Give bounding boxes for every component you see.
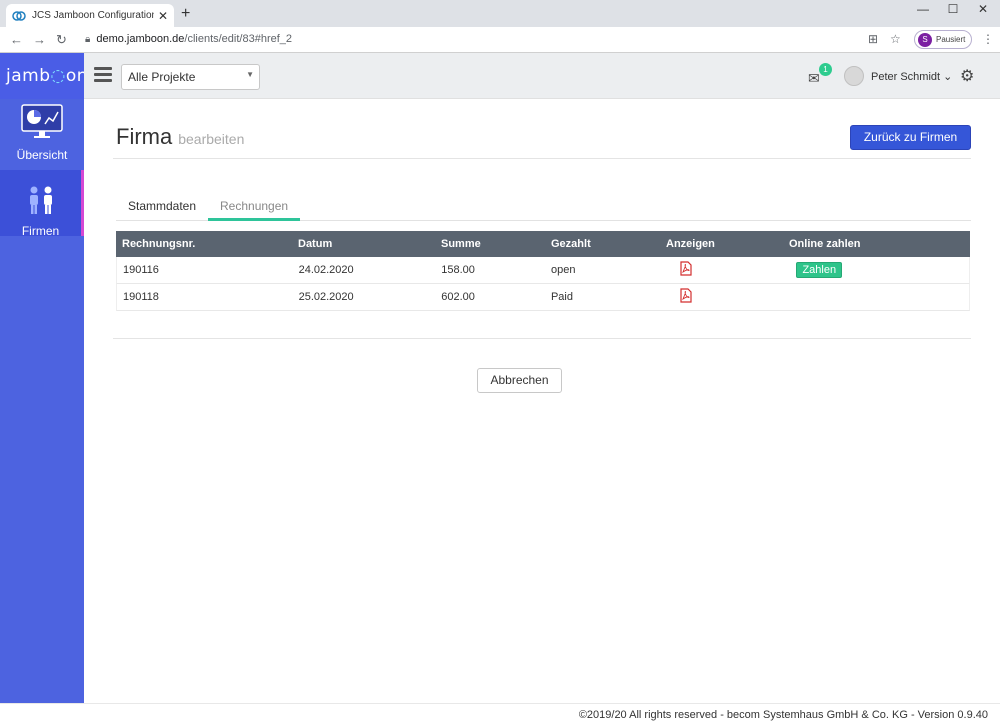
invoice-date: 25.02.2020 xyxy=(298,291,354,303)
reload-icon[interactable]: ↻ xyxy=(56,32,67,48)
page-title-text: Firma xyxy=(116,124,173,149)
sidebar-item-label: Firmen xyxy=(21,224,60,238)
footer-copyright: ©2019/20 All rights reserved - becom Sys… xyxy=(578,709,988,721)
hamburger-menu-icon[interactable] xyxy=(94,67,112,83)
profile-status: Pausiert xyxy=(936,35,966,44)
back-arrow-icon[interactable]: ← xyxy=(10,32,23,47)
chevron-down-icon: ⌄ xyxy=(943,71,953,83)
cancel-button[interactable]: Abbrechen xyxy=(477,368,562,393)
invoice-number: 190116 xyxy=(123,264,159,276)
invoice-sum: 158.00 xyxy=(441,264,475,276)
browser-menu-icon[interactable]: ⋮ xyxy=(982,32,994,46)
star-bookmark-icon[interactable]: ☆ xyxy=(890,32,901,46)
url-field[interactable]: 🔒︎ demo.jamboon.de/clients/edit/83#href_2 xyxy=(85,33,292,45)
pay-online-button[interactable]: Zahlen xyxy=(796,262,843,278)
browser-tab[interactable]: JCS Jamboon Configuration Serv ✕ xyxy=(6,4,174,27)
column-header[interactable]: Online zahlen xyxy=(789,238,970,250)
page-subtitle: bearbeiten xyxy=(178,131,245,147)
dashboard-monitor-icon xyxy=(0,104,84,143)
browser-tab-title: JCS Jamboon Configuration Serv xyxy=(32,10,154,21)
profile-chip[interactable]: S Pausiert xyxy=(914,30,972,49)
invoice-number: 190118 xyxy=(123,291,159,303)
url-path: /clients/edit/83#href_2 xyxy=(184,33,293,45)
column-header[interactable]: Datum xyxy=(298,238,441,250)
new-tab-icon[interactable]: + xyxy=(181,5,190,23)
column-header[interactable]: Summe xyxy=(441,238,551,250)
sidebar-item-uebersicht[interactable]: Übersicht xyxy=(0,104,84,170)
sidebar-item-label: Übersicht xyxy=(16,148,68,162)
project-select[interactable]: Alle Projekte ▼ xyxy=(121,64,260,90)
invoice-pay-cell: Zahlen xyxy=(788,262,969,278)
invoice-view-cell xyxy=(661,261,789,279)
pdf-icon[interactable] xyxy=(680,261,692,276)
invoice-paid-status: open xyxy=(550,264,576,276)
table-header: Rechnungsnr. Datum Summe Gezahlt Anzeige… xyxy=(116,231,970,257)
minimize-window-icon[interactable]: — xyxy=(913,2,933,16)
chevron-down-icon: ▼ xyxy=(246,70,254,79)
user-name: Peter Schmidt xyxy=(871,71,941,83)
user-avatar[interactable] xyxy=(844,66,864,86)
browser-addressbar: ← → ↻ 🔒︎ demo.jamboon.de/clients/edit/83#… xyxy=(0,27,1000,53)
mail-icon[interactable]: ✉ xyxy=(808,70,820,87)
people-icon xyxy=(0,184,81,219)
invoice-date: 24.02.2020 xyxy=(298,264,354,276)
project-select-value: Alle Projekte xyxy=(128,70,196,84)
column-header[interactable]: Anzeigen xyxy=(661,238,789,250)
browser-tabbar: JCS Jamboon Configuration Serv ✕ + — ☐ ✕ xyxy=(0,0,1000,27)
tab-stammdaten[interactable]: Stammdaten xyxy=(116,195,208,221)
lock-icon: 🔒︎ xyxy=(85,34,91,45)
tabs: Stammdaten Rechnungen xyxy=(116,195,971,221)
invoice-table: Rechnungsnr. Datum Summe Gezahlt Anzeige… xyxy=(116,231,970,311)
back-to-companies-button[interactable]: Zurück zu Firmen xyxy=(850,125,971,150)
sidebar-item-firmen[interactable]: Firmen xyxy=(0,170,84,238)
jamboon-favicon-icon xyxy=(12,9,26,23)
logo-mark-icon: ◌ xyxy=(50,66,66,86)
main-content: Firma bearbeiten Zurück zu Firmen Stammda… xyxy=(84,99,1000,703)
logo-text: jamb◌on xyxy=(6,66,88,86)
gear-icon[interactable]: ⚙ xyxy=(960,66,974,86)
logo-prefix: jamb xyxy=(6,66,51,86)
invoice-sum: 602.00 xyxy=(441,291,475,303)
profile-avatar: S xyxy=(918,32,932,47)
forward-arrow-icon[interactable]: → xyxy=(33,32,46,47)
close-window-icon[interactable]: ✕ xyxy=(973,2,993,16)
pdf-icon[interactable] xyxy=(680,288,692,303)
footer: ©2019/20 All rights reserved - becom Sys… xyxy=(0,703,1000,723)
column-header[interactable]: Rechnungsnr. xyxy=(116,238,298,250)
maximize-window-icon[interactable]: ☐ xyxy=(943,2,963,16)
tab-rechnungen[interactable]: Rechnungen xyxy=(208,195,301,221)
logo[interactable]: jamb◌on xyxy=(0,53,88,99)
translate-icon[interactable]: ⊞ xyxy=(868,32,878,46)
invoice-view-cell xyxy=(661,288,789,306)
user-menu[interactable]: Peter Schmidt ⌄ xyxy=(871,70,952,83)
column-header[interactable]: Gezahlt xyxy=(551,238,661,250)
table-row: 190116 24.02.2020 158.00 open Zahlen xyxy=(116,257,970,284)
invoice-paid-status: Paid xyxy=(550,291,573,303)
close-tab-icon[interactable]: ✕ xyxy=(158,9,168,23)
table-row: 190118 25.02.2020 602.00 Paid xyxy=(116,284,970,311)
divider xyxy=(113,158,971,159)
app-header: Alle Projekte ▼ ✉ 1 Peter Schmidt ⌄ ⚙ xyxy=(84,53,1000,99)
divider xyxy=(113,338,971,339)
page-title: Firma bearbeiten xyxy=(116,124,244,150)
url-host: demo.jamboon.de xyxy=(96,33,185,45)
mail-count-badge: 1 xyxy=(819,63,832,76)
